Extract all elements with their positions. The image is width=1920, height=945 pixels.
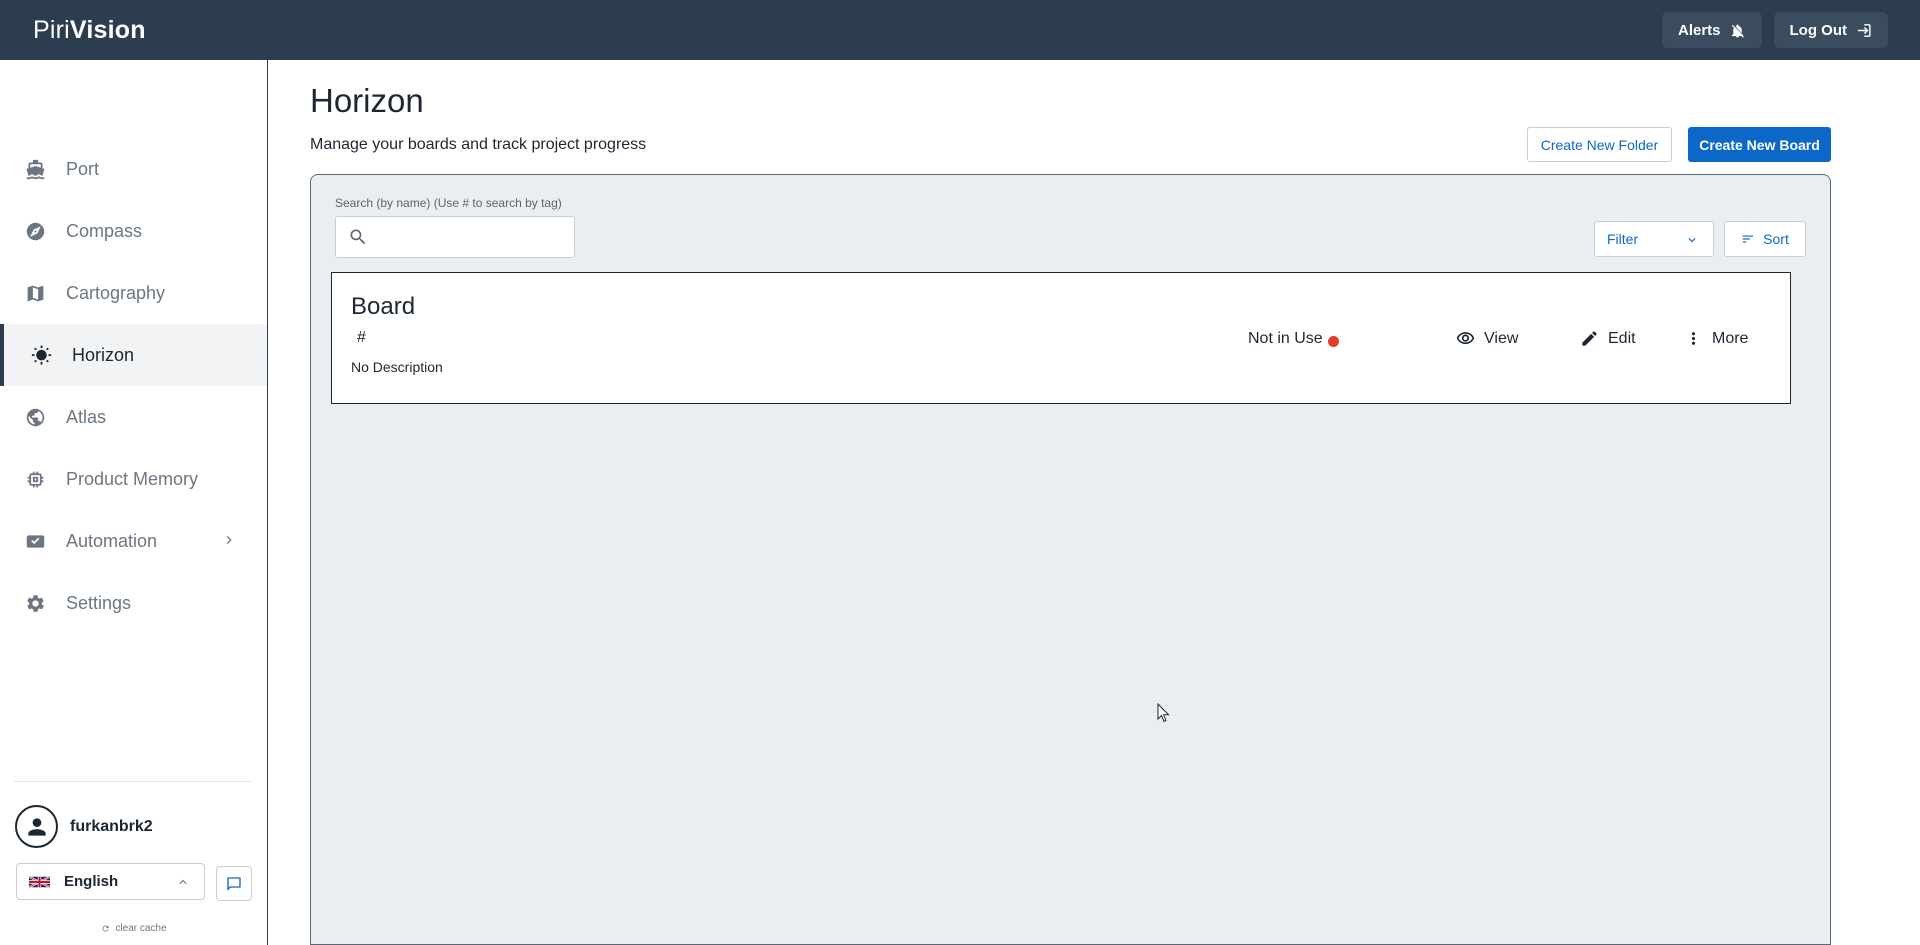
feedback-chat-button[interactable]	[216, 866, 252, 901]
alerts-button[interactable]: Alerts	[1661, 12, 1762, 48]
compass-icon	[24, 220, 46, 242]
map-icon	[24, 282, 46, 304]
search-label: Search (by name) (Use # to search by tag…	[335, 196, 562, 210]
sort-icon	[1742, 235, 1754, 243]
uk-flag-icon	[29, 875, 50, 888]
chevron-up-icon	[176, 875, 190, 889]
edit-label: Edit	[1608, 329, 1636, 347]
clear-cache-label: clear cache	[115, 923, 167, 934]
logo-text-vision: Vision	[69, 15, 146, 44]
chip-icon	[24, 468, 46, 490]
sidebar-item-compass[interactable]: Compass	[0, 200, 267, 262]
logo-text-piri: Piri	[33, 15, 70, 44]
chevron-down-icon	[1688, 238, 1696, 243]
search-input[interactable]	[376, 229, 566, 245]
person-icon	[27, 817, 46, 836]
user-profile[interactable]: furkanbrk2	[15, 805, 153, 848]
sun-icon	[30, 344, 52, 366]
sidebar-divider	[14, 781, 252, 782]
sidebar-item-label: Port	[66, 158, 100, 179]
logout-icon	[1857, 23, 1871, 37]
sidebar-item-port[interactable]: Port	[0, 138, 267, 200]
board-card[interactable]: Board # No Description Not in Use View E…	[331, 272, 1791, 404]
sidebar-item-label: Settings	[66, 592, 132, 613]
filter-dropdown[interactable]: Filter	[1594, 221, 1714, 257]
filter-label: Filter	[1607, 231, 1639, 247]
sidebar-item-product-memory[interactable]: Product Memory	[0, 448, 267, 510]
search-field[interactable]	[335, 216, 575, 258]
logout-label: Log Out	[1789, 21, 1847, 39]
logout-button[interactable]: Log Out	[1773, 12, 1888, 48]
username: furkanbrk2	[70, 817, 153, 835]
sidebar-item-automation[interactable]: Automation	[0, 510, 267, 572]
board-tag: #	[357, 329, 366, 346]
create-folder-button[interactable]: Create New Folder	[1527, 127, 1672, 162]
board-title[interactable]: Board	[351, 293, 415, 321]
ship-icon	[24, 158, 46, 180]
sort-label: Sort	[1763, 231, 1789, 247]
mouse-cursor-icon	[1157, 703, 1170, 723]
more-vertical-icon	[1691, 332, 1696, 345]
sidebar-item-atlas[interactable]: Atlas	[0, 386, 267, 448]
create-board-button[interactable]: Create New Board	[1688, 127, 1831, 162]
status-dot	[1327, 335, 1339, 347]
sidebar-item-cartography[interactable]: Cartography	[0, 262, 267, 324]
alerts-label: Alerts	[1677, 21, 1721, 39]
view-label: View	[1484, 329, 1519, 347]
top-actions: Alerts Log Out	[1661, 12, 1888, 48]
boards-panel: Search (by name) (Use # to search by tag…	[310, 174, 1831, 945]
status-label: Not in Use	[1248, 330, 1323, 347]
search-icon	[350, 229, 366, 245]
pencil-icon	[1582, 331, 1597, 346]
more-label: More	[1712, 329, 1749, 347]
chevron-right-icon	[221, 532, 237, 548]
view-button[interactable]: View	[1456, 329, 1518, 348]
main-content: Horizon Manage your boards and track pro…	[269, 60, 1920, 945]
sidebar-item-label: Automation	[66, 530, 158, 551]
language-label: English	[64, 873, 119, 890]
top-bar: Piri Vision Alerts Log Out	[0, 0, 1920, 60]
sidebar-item-horizon[interactable]: Horizon	[0, 324, 267, 386]
sidebar-nav: Port Compass Cartography Horizon Atlas P…	[0, 138, 267, 634]
clear-cache-link[interactable]: clear cache	[0, 923, 268, 934]
page-subtitle: Manage your boards and track project pro…	[310, 136, 647, 153]
chat-icon	[227, 876, 241, 891]
sort-button[interactable]: Sort	[1724, 221, 1806, 257]
bell-off-icon	[1731, 23, 1744, 38]
logo[interactable]: Piri Vision	[33, 16, 146, 45]
globe-icon	[24, 406, 46, 428]
sidebar: Port Compass Cartography Horizon Atlas P…	[0, 60, 268, 945]
avatar	[15, 805, 58, 848]
refresh-icon	[102, 925, 109, 932]
automation-icon	[24, 530, 46, 552]
status-badge: Not in Use	[1248, 330, 1339, 348]
sidebar-item-label: Atlas	[66, 406, 107, 427]
edit-button[interactable]: Edit	[1580, 329, 1636, 348]
sidebar-item-settings[interactable]: Settings	[0, 572, 267, 634]
eye-icon	[1456, 332, 1475, 345]
sidebar-item-label: Cartography	[66, 282, 166, 303]
gear-icon	[24, 592, 46, 614]
language-select[interactable]: English	[16, 863, 205, 900]
board-description: No Description	[351, 359, 443, 375]
sidebar-item-label: Compass	[66, 220, 143, 241]
sidebar-item-label: Product Memory	[66, 468, 199, 489]
sidebar-item-label: Horizon	[72, 344, 135, 365]
more-button[interactable]: More	[1684, 329, 1748, 348]
page-title: Horizon	[310, 82, 424, 119]
